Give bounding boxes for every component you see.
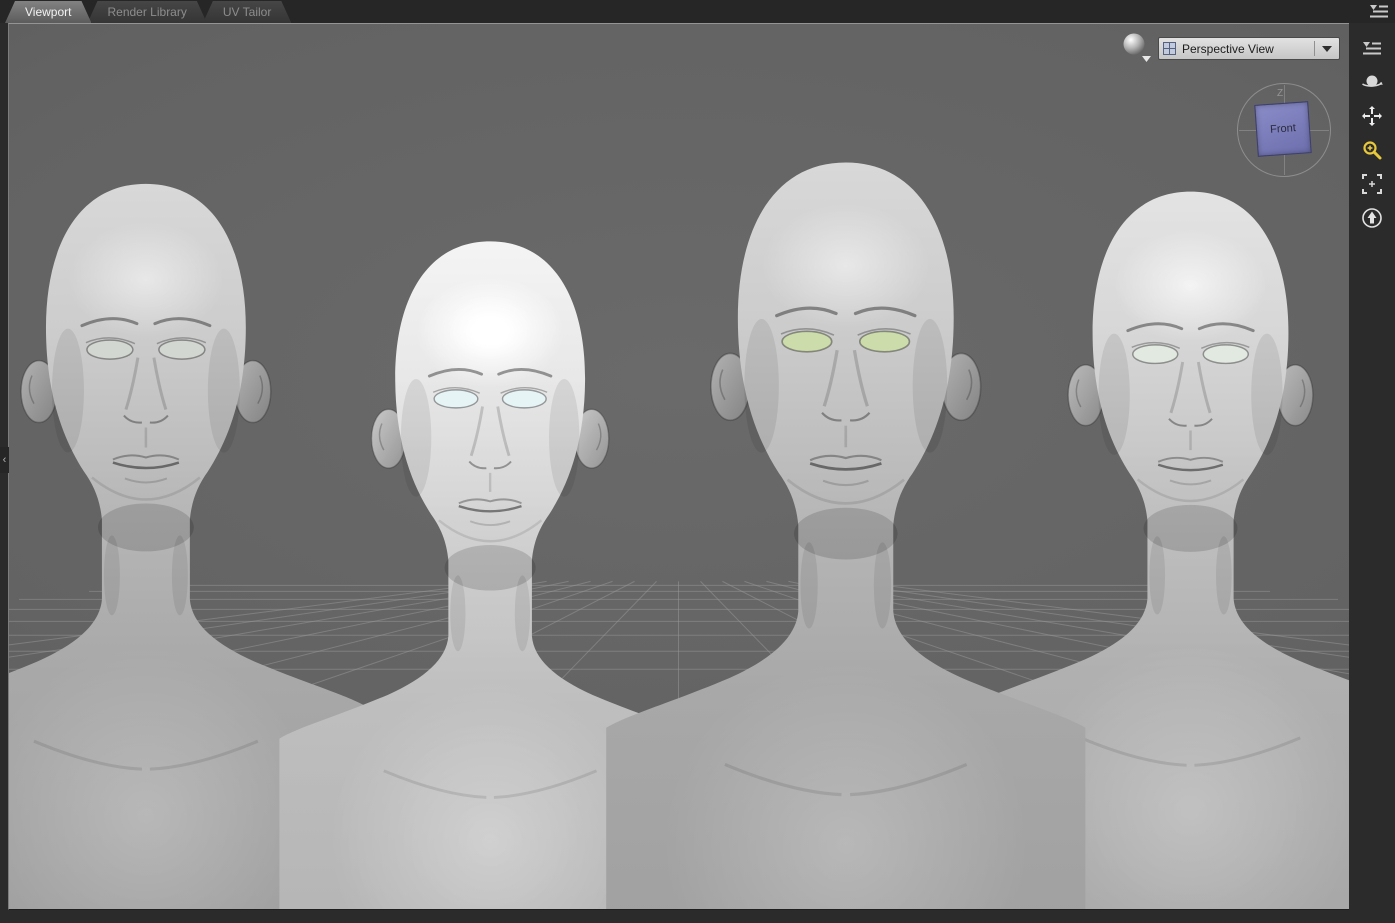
- draw-style-selector[interactable]: [1121, 32, 1155, 66]
- zoom-icon: [1363, 141, 1382, 160]
- frame-selection-icon: [1362, 174, 1382, 194]
- pane-options-icon: [1363, 41, 1381, 54]
- dropdown-caret-icon: [1322, 45, 1332, 52]
- view-selector-dropdown[interactable]: Perspective View: [1158, 37, 1340, 60]
- application-window: Viewport Render Library UV Tailor Perspe…: [0, 0, 1395, 923]
- viewport-canvas[interactable]: Perspective View Z Front: [8, 23, 1349, 910]
- view-selector-divider: [1314, 41, 1315, 56]
- orbit-button[interactable]: [1360, 70, 1384, 94]
- tab-uv-tailor[interactable]: UV Tailor: [203, 1, 291, 23]
- zoom-button[interactable]: [1360, 138, 1384, 162]
- view-cube-face-label: Front: [1269, 122, 1297, 136]
- 3d-scene[interactable]: [9, 24, 1349, 909]
- reset-view-up-arrow-icon: [1362, 208, 1382, 228]
- reset-view-button[interactable]: [1360, 206, 1384, 230]
- view-orientation-cube[interactable]: Z Front: [1237, 83, 1331, 177]
- tab-viewport[interactable]: Viewport: [5, 1, 91, 23]
- frame-button[interactable]: [1360, 172, 1384, 196]
- window-bottom-edge: [0, 910, 1395, 923]
- view-cube-front-face[interactable]: Front: [1254, 101, 1312, 157]
- pan-icon: [1362, 106, 1382, 126]
- view-selector-value: Perspective View: [1182, 41, 1274, 56]
- orbit-rotate-icon: [1362, 75, 1383, 87]
- pane-options-button[interactable]: [1360, 36, 1384, 60]
- pan-button[interactable]: [1360, 104, 1384, 128]
- viewport-toolbar: [1349, 23, 1395, 923]
- viewport-grid-icon: [1163, 42, 1176, 55]
- tab-bar: Viewport Render Library UV Tailor: [0, 0, 1395, 23]
- shaded-sphere-icon: [1123, 33, 1151, 62]
- view-cube-axis-label: Z: [1277, 88, 1284, 99]
- tab-render-library[interactable]: Render Library: [87, 1, 206, 23]
- panel-collapse-handle[interactable]: ‹: [0, 447, 9, 473]
- pane-group-menu-icon[interactable]: [1368, 3, 1390, 20]
- figure-3[interactable]: [604, 160, 1087, 909]
